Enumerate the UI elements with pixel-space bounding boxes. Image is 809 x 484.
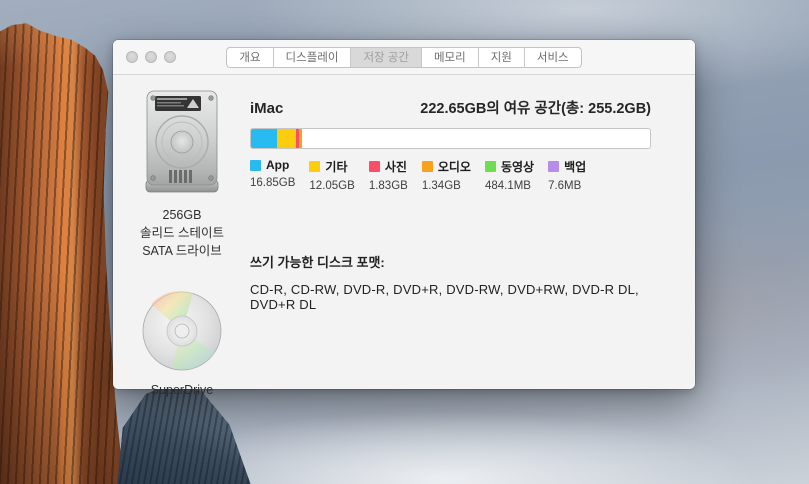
window-titlebar: 개요 디스플레이 저장 공간 메모리 지원 서비스 — [113, 40, 695, 75]
legend-swatch-backups — [548, 161, 559, 172]
storage-legend: App 16.85GB 기타 12.05GB 사진 1.83GB 오디오 — [250, 158, 651, 192]
tab-support[interactable]: 지원 — [478, 48, 524, 67]
storage-segment-other — [277, 129, 296, 148]
tab-displays[interactable]: 디스플레이 — [273, 48, 351, 67]
storage-segment-movies — [301, 129, 302, 148]
writable-formats-list: CD-R, CD-RW, DVD-R, DVD+R, DVD-RW, DVD+R… — [250, 282, 651, 312]
legend-swatch-audio — [422, 161, 433, 172]
legend-swatch-movies — [485, 161, 496, 172]
drive-bus: SATA 드라이브 — [137, 242, 227, 260]
tab-service[interactable]: 서비스 — [524, 48, 581, 67]
tab-memory[interactable]: 메모리 — [421, 48, 478, 67]
legend-value: 7.6MB — [548, 180, 586, 192]
legend-label: App — [266, 158, 289, 172]
legend-item-photos: 사진 1.83GB — [369, 158, 408, 192]
storage-details: iMac 222.65GB의 여유 공간(총: 255.2GB) App 16.… — [250, 75, 651, 312]
tab-bar: 개요 디스플레이 저장 공간 메모리 지원 서비스 — [226, 47, 581, 68]
about-this-mac-window: 개요 디스플레이 저장 공간 메모리 지원 서비스 — [113, 40, 695, 389]
tab-overview[interactable]: 개요 — [227, 48, 272, 67]
legend-value: 16.85GB — [250, 177, 295, 189]
legend-item-other: 기타 12.05GB — [309, 158, 354, 192]
legend-label: 백업 — [564, 158, 586, 175]
traffic-lights — [126, 40, 176, 74]
legend-value: 1.83GB — [369, 180, 408, 192]
legend-item-backups: 백업 7.6MB — [548, 158, 586, 192]
superdrive-label: SuperDrive — [132, 383, 232, 397]
legend-label: 오디오 — [438, 158, 471, 175]
drive-type: 솔리드 스테이트 — [137, 224, 227, 242]
zoom-button[interactable] — [164, 51, 176, 63]
drive-size: 256GB — [137, 206, 227, 224]
legend-label: 기타 — [325, 158, 347, 175]
legend-label: 사진 — [385, 158, 407, 175]
legend-item-app: App 16.85GB — [250, 158, 295, 192]
legend-value: 1.34GB — [422, 180, 471, 192]
legend-value: 484.1MB — [485, 180, 534, 192]
legend-label: 동영상 — [501, 158, 534, 175]
legend-swatch-other — [309, 161, 320, 172]
hard-drive-icon — [143, 90, 221, 194]
storage-header: iMac 222.65GB의 여유 공간(총: 255.2GB) — [250, 97, 651, 118]
legend-swatch-app — [250, 160, 261, 171]
legend-swatch-photos — [369, 161, 380, 172]
superdrive-disc-icon — [141, 290, 223, 372]
writable-formats-title: 쓰기 가능한 디스크 포맷: — [250, 252, 651, 271]
legend-item-audio: 오디오 1.34GB — [422, 158, 471, 192]
device-name: iMac — [250, 100, 283, 117]
internal-drive: 256GB 솔리드 스테이트 SATA 드라이브 — [137, 90, 227, 260]
free-space-text: 222.65GB의 여유 공간(총: 255.2GB) — [420, 97, 651, 118]
close-button[interactable] — [126, 51, 138, 63]
legend-value: 12.05GB — [309, 180, 354, 192]
legend-item-movies: 동영상 484.1MB — [485, 158, 534, 192]
superdrive: SuperDrive — [132, 290, 232, 397]
storage-usage-bar — [250, 128, 651, 149]
internal-drive-label: 256GB 솔리드 스테이트 SATA 드라이브 — [137, 206, 227, 260]
storage-pane: 256GB 솔리드 스테이트 SATA 드라이브 — [113, 75, 695, 388]
storage-segment-app — [251, 129, 277, 148]
minimize-button[interactable] — [145, 51, 157, 63]
tab-storage[interactable]: 저장 공간 — [350, 48, 421, 67]
